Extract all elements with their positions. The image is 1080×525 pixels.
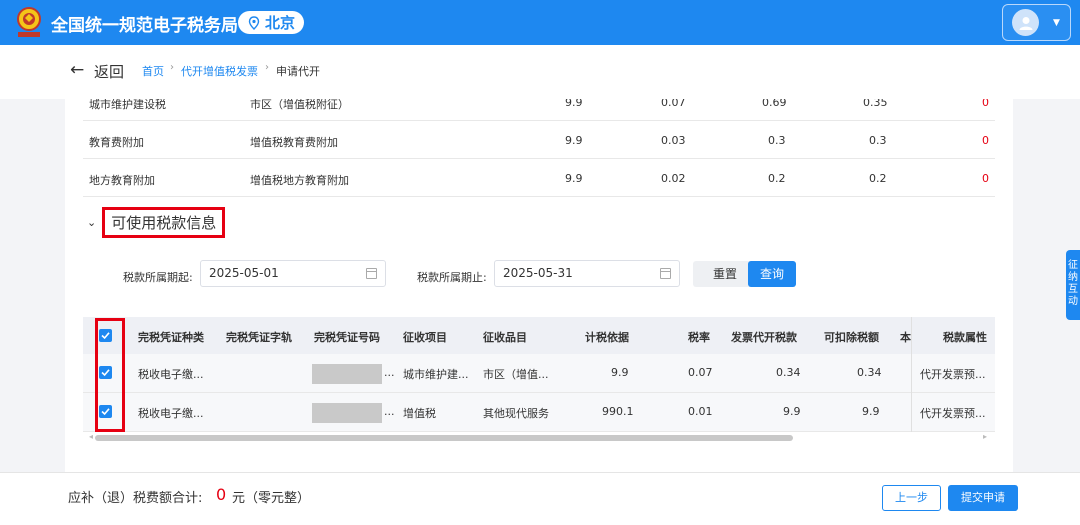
column-header[interactable]: 发票代开税款 [731,329,797,345]
calendar-icon[interactable] [660,268,671,279]
section-title: 可使用税款信息 [102,207,226,238]
breadcrumb-separator-icon: › [170,62,174,73]
app-title: 全国统一规范电子税务局 [51,16,238,36]
fee-rate: 0.02 [661,172,686,185]
fee-amount: 0.3 [768,134,786,147]
fee-amount: 0.2 [768,172,786,185]
location-pin-icon [248,15,260,30]
fee-amount: 0.69 [762,99,787,109]
fee-item: 市区（增值税附征） [250,99,349,111]
end-period-label: 税款所属期止: [417,271,487,284]
column-header[interactable]: 征收品目 [483,329,527,345]
column-header[interactable]: 征收项目 [403,329,447,345]
redacted-voucher-number [312,364,382,384]
table-row[interactable]: 税收电子缴... ... 增值税 其他现代服务 990.1 0.01 9.9 9… [83,393,995,432]
previous-step-button[interactable]: 上一步 [882,485,941,511]
fee-payable: 0 [982,99,989,109]
column-header[interactable]: 本 [900,329,911,345]
tax-emblem-logo [17,7,41,37]
voucher-number-ellipsis: ... [384,405,395,418]
table-row: 地方教育附加 增值税地方教育附加 9.9 0.02 0.2 0.2 0 [83,159,995,197]
fee-basis: 9.9 [565,172,583,185]
breadcrumb-home[interactable]: 首页 [142,63,164,79]
fee-deductible: 0.3 [869,134,887,147]
voucher-type: 税收电子缴... [138,407,204,420]
chevron-down-icon: ▼ [1053,17,1060,28]
levy-sub-item: 其他现代服务 [483,407,549,420]
back-button[interactable]: 返回 [94,61,124,82]
user-avatar-icon [1012,9,1039,36]
table-row: 城市维护建设税 市区（增值税附征） 9.9 0.07 0.69 0.35 0 [83,99,995,121]
breadcrumb-current: 申请代开 [276,65,320,78]
scroll-right-icon[interactable]: ▸ [983,432,987,441]
total-value: 0 [216,485,227,504]
breadcrumb-bar: ← 返回 首页 › 代开增值税发票 › 申请代开 [0,45,1080,99]
levy-sub-item: 市区（增值... [483,368,549,381]
chevron-down-icon[interactable]: ⌄ [87,216,96,229]
query-button[interactable]: 查询 [748,261,796,287]
column-header[interactable]: 计税依据 [585,329,629,345]
table-header: 完税凭证种类 完税凭证字轨 完税凭证号码 征收项目 征收品目 计税依据 税率 发… [83,317,995,354]
invoice-tax: 0.34 [776,366,801,379]
breadcrumb-separator-icon: › [265,62,269,73]
fee-name: 城市维护建设税 [89,99,166,111]
submit-application-button[interactable]: 提交申请 [948,485,1018,511]
breadcrumb-invoice[interactable]: 代开增值税发票 [181,63,258,79]
table-row[interactable]: 税收电子缴... ... 城市维护建... 市区（增值... 9.9 0.07 … [83,354,995,393]
column-header[interactable]: 税率 [688,329,710,345]
location-label: 北京 [265,14,296,32]
location-selector[interactable]: 北京 [238,11,304,34]
start-period-label: 税款所属期起: [123,271,193,284]
fee-deductible: 0.35 [863,99,888,109]
column-header[interactable]: 完税凭证种类 [138,329,204,345]
scroll-left-icon[interactable]: ◂ [89,432,93,441]
fee-item: 增值税教育费附加 [250,136,338,149]
invoice-tax: 9.9 [783,405,801,418]
checkbox-highlight-box [95,318,125,432]
fee-item: 增值税地方教育附加 [250,174,349,187]
end-period-input[interactable]: 2025-05-31 [494,260,680,287]
start-period-value: 2025-05-01 [209,266,279,280]
start-period-input[interactable]: 2025-05-01 [200,260,386,287]
fixed-column-divider [911,317,995,432]
deductible-tax: 0.34 [857,366,882,379]
calendar-icon[interactable] [366,268,377,279]
column-header[interactable]: 完税凭证字轨 [226,329,292,345]
interaction-side-tab[interactable]: 征纳互动 [1066,250,1080,320]
fee-payable: 0 [982,134,989,147]
tax-basis: 9.9 [611,366,629,379]
voucher-type: 税收电子缴... [138,368,204,381]
end-period-value: 2025-05-31 [503,266,573,280]
fee-basis: 9.9 [565,99,583,109]
total-label: 应补（退）税费额合计: [68,491,203,506]
voucher-number-ellipsis: ... [384,366,395,379]
side-tab-label: 征纳互动 [1068,260,1078,307]
table-row: 教育费附加 增值税教育费附加 9.9 0.03 0.3 0.3 0 [83,121,995,159]
user-menu-button[interactable]: ▼ [1002,4,1071,41]
horizontal-scrollbar[interactable] [95,435,793,441]
top-bar: 全国统一规范电子税务局 北京 ▼ [0,0,1080,45]
column-header[interactable]: 完税凭证号码 [314,329,380,345]
column-header[interactable]: 可扣除税额 [824,329,879,345]
footer-bar: 应补（退）税费额合计: 0 元（零元整） 上一步 提交申请 [0,472,1080,525]
tax-voucher-table: 完税凭证种类 完税凭证字轨 完税凭证号码 征收项目 征收品目 计税依据 税率 发… [83,317,995,453]
fee-rate: 0.07 [661,99,686,109]
deductible-tax: 9.9 [862,405,880,418]
fee-deductible: 0.2 [869,172,887,185]
main-content: 城市维护建设税 市区（增值税附征） 9.9 0.07 0.69 0.35 0 教… [65,99,1013,472]
total-unit: 元（零元整） [232,491,311,506]
tax-basis: 990.1 [602,405,634,418]
fee-basis: 9.9 [565,134,583,147]
back-arrow-icon[interactable]: ← [70,60,84,80]
tax-rate: 0.01 [688,405,713,418]
fee-rate: 0.03 [661,134,686,147]
levy-item: 城市维护建... [403,368,469,381]
redacted-voucher-number [312,403,382,423]
fee-name: 教育费附加 [89,136,144,149]
section-header[interactable]: ⌄ 可使用税款信息 [87,207,226,238]
fee-payable: 0 [982,172,989,185]
fee-name: 地方教育附加 [89,174,155,187]
tax-rate: 0.07 [688,366,713,379]
levy-item: 增值税 [403,407,436,420]
